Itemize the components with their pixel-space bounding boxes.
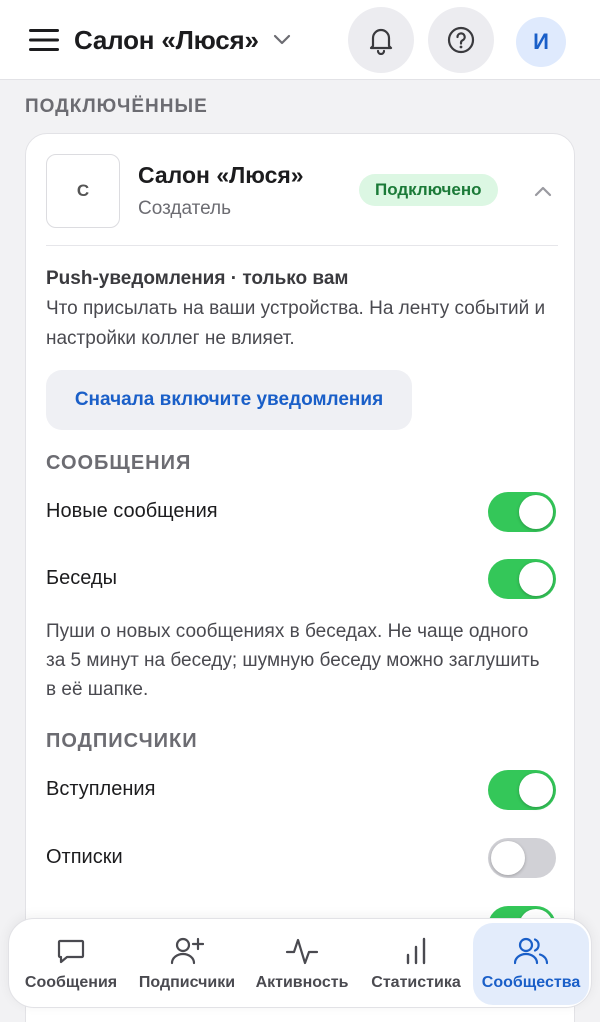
hamburger-menu-icon [29, 29, 59, 51]
tab-messages[interactable]: Сообщения [13, 923, 129, 1005]
bell-icon [369, 28, 393, 55]
notifications-button[interactable] [348, 7, 414, 73]
tab-label: Статистика [371, 974, 461, 991]
section-label-connected: ПОДКЛЮЧЁННЫЕ [25, 96, 208, 117]
chat-bubble-icon [57, 939, 85, 964]
community-name: Салон «Люся» [138, 162, 304, 188]
toggle-joins[interactable] [488, 770, 556, 810]
toggle-knob [519, 562, 553, 596]
setting-row-joins: Вступления [46, 768, 556, 812]
setting-label: Новые сообщения [46, 500, 218, 522]
user-avatar[interactable]: И [516, 17, 566, 67]
toggle-knob [491, 841, 525, 875]
group-label-subscribers: ПОДПИСЧИКИ [46, 730, 198, 752]
toggle-chats[interactable] [488, 559, 556, 599]
tab-label: Сообщения [24, 974, 118, 991]
status-badge: Подключено [359, 174, 498, 206]
chevron-down-icon [273, 34, 290, 45]
help-circle-icon [447, 26, 475, 54]
bottom-tab-bar: Сообщения Подписчики Активность Статисти… [8, 918, 592, 1008]
tab-activity[interactable]: Активность [245, 923, 359, 1005]
chevron-up-icon [534, 186, 552, 197]
setting-row-chats: Беседы [46, 557, 556, 601]
bar-chart-icon [406, 937, 426, 965]
activity-pulse-icon [285, 938, 319, 965]
setting-label: Беседы [46, 567, 117, 589]
enable-notifications-button[interactable]: Сначала включите уведомления [46, 370, 412, 430]
community-card: С Салон «Люся» Создатель Подключено Push… [25, 133, 575, 1022]
setting-row-unsubscribes: Отписки [46, 836, 556, 880]
chats-note: Пуши о новых сообщениях в беседах. Не ча… [46, 621, 540, 700]
community-logo: С [46, 154, 120, 228]
community-switcher[interactable]: Салон «Люся» [74, 20, 291, 60]
setting-label: Отписки [46, 846, 123, 868]
app-root: Салон «Люся» И ПОДКЛЮЧЁННЫЕ С Салон «Люс… [0, 0, 600, 1022]
tab-communities[interactable]: Сообщества [473, 923, 589, 1005]
divider [46, 245, 558, 246]
toggle-unsubscribes[interactable] [488, 838, 556, 878]
tab-label: Сообщества [481, 974, 581, 991]
setting-label: Вступления [46, 778, 156, 800]
tab-subscribers[interactable]: Подписчики [129, 923, 245, 1005]
help-button[interactable] [428, 7, 494, 73]
tab-label: Активность [255, 974, 349, 991]
tab-statistics[interactable]: Статистика [359, 923, 473, 1005]
collapse-button[interactable] [526, 174, 560, 208]
tab-label: Подписчики [138, 974, 236, 991]
menu-button[interactable] [24, 20, 64, 60]
community-header: С Салон «Люся» Создатель Подключено [46, 154, 556, 246]
push-description: Что присылать на ваши устройства. На лен… [46, 298, 546, 349]
top-header: Салон «Люся» И [0, 0, 600, 80]
toggle-new-messages[interactable] [488, 492, 556, 532]
community-role: Создатель [138, 198, 232, 219]
group-label-messages: СООБЩЕНИЯ [46, 452, 192, 474]
user-plus-icon [170, 937, 204, 965]
toggle-knob [519, 773, 553, 807]
users-group-icon [514, 937, 548, 965]
page-title: Салон «Люся» [74, 24, 259, 55]
setting-row-new-messages: Новые сообщения [46, 490, 556, 534]
toggle-knob [519, 495, 553, 529]
push-title: Push-уведомления · только вам [46, 268, 349, 289]
